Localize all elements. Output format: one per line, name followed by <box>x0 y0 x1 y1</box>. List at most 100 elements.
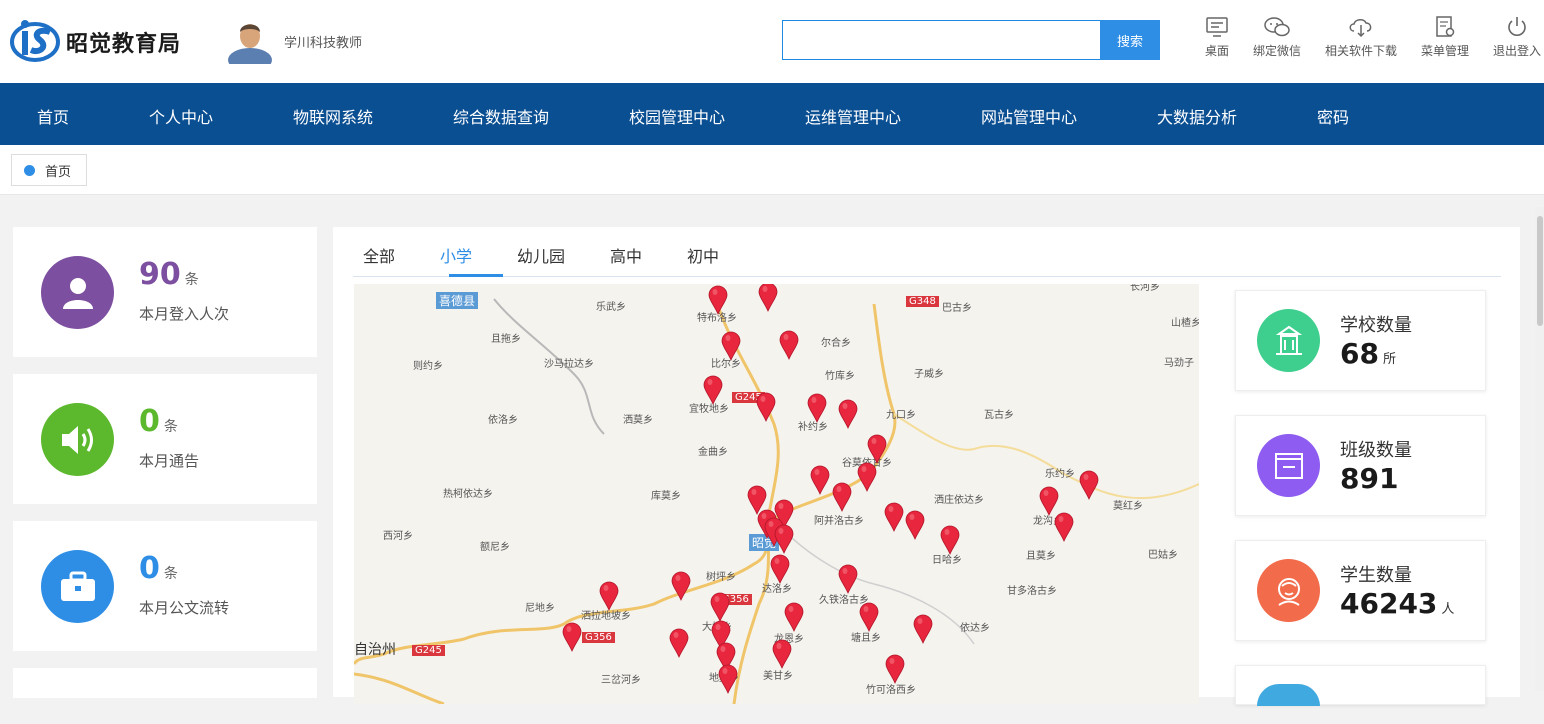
software-download-button[interactable]: 相关软件下载 <box>1322 16 1400 59</box>
brand-name: 昭觉教育局 <box>66 32 182 57</box>
menu-management-button[interactable]: 菜单管理 <box>1418 16 1472 59</box>
map-place-label: 马劲子 <box>1164 358 1194 369</box>
road-badge: G348 <box>906 296 939 307</box>
school-pin-icon[interactable] <box>867 434 887 464</box>
school-pin-icon[interactable] <box>807 393 827 423</box>
school-pin-icon[interactable] <box>562 622 582 652</box>
map-place-label: 金曲乡 <box>698 447 728 458</box>
tab-high-school[interactable]: 高中 <box>610 243 642 267</box>
search-button[interactable]: 搜索 <box>1100 20 1160 60</box>
nav-password[interactable]: 密码 <box>1317 104 1349 128</box>
school-pin-icon[interactable] <box>1079 470 1099 500</box>
school-pin-icon[interactable] <box>838 399 858 429</box>
nav-website-management[interactable]: 网站管理中心 <box>981 104 1077 128</box>
map-place-label: 甘多洛古乡 <box>1007 586 1057 597</box>
stat-logins-value: 90 <box>139 257 181 292</box>
tab-middle-school[interactable]: 初中 <box>687 243 719 267</box>
map-place-label: 树坪乡 <box>706 572 736 583</box>
breadcrumb-bar: 首页 <box>0 145 1544 195</box>
school-pin-icon[interactable] <box>913 614 933 644</box>
stat-notices-label: 本月通告 <box>139 452 200 470</box>
school-pin-icon[interactable] <box>885 654 905 684</box>
logout-label: 退出登入 <box>1492 44 1541 58</box>
map-place-label: 自治州 <box>354 642 396 658</box>
map-place-label: 依达乡 <box>960 623 990 634</box>
nav-big-data[interactable]: 大数据分析 <box>1157 104 1237 128</box>
kpi-class-title: 班级数量 <box>1340 440 1412 461</box>
kpi-school-value: 68 <box>1340 337 1379 370</box>
nav-campus-management[interactable]: 校园管理中心 <box>629 104 725 128</box>
school-pin-icon[interactable] <box>905 510 925 540</box>
cloud-download-icon <box>1349 19 1372 38</box>
stat-documents-value: 0 <box>139 551 160 586</box>
school-pin-icon[interactable] <box>940 525 960 555</box>
stat-unit: 条 <box>184 272 199 288</box>
map-place-label: 尼地乡 <box>525 603 555 614</box>
stat-card-partial <box>13 668 317 698</box>
nav-personal-center[interactable]: 个人中心 <box>149 104 213 128</box>
school-pin-icon[interactable] <box>703 375 723 405</box>
kpi-class-count: 班级数量 891 <box>1235 415 1486 516</box>
stat-notices-value: 0 <box>139 404 160 439</box>
tab-primary[interactable]: 小学 <box>440 243 472 267</box>
breadcrumb-dot-icon <box>24 164 35 176</box>
map-place-label: 则约乡 <box>413 361 443 372</box>
school-pin-icon[interactable] <box>779 330 799 360</box>
bind-wechat-button[interactable]: 绑定微信 <box>1251 16 1303 59</box>
avatar[interactable] <box>226 18 274 64</box>
map-place-label: 且莫乡 <box>1026 551 1056 562</box>
kpi-student-title: 学生数量 <box>1340 565 1412 586</box>
school-pin-icon[interactable] <box>758 284 778 312</box>
map-place-label: 三岔河乡 <box>601 675 641 686</box>
school-map[interactable]: 喜德县 且拖乡 乐武乡 特布洛乡 巴古乡 长河乡 尔合乡 山楂乡 则约乡 沙马拉达乡 比尔乡 竹库乡子… <box>354 284 1199 704</box>
nav-data-query[interactable]: 综合数据查询 <box>453 104 549 128</box>
school-pin-icon[interactable] <box>770 554 790 584</box>
nav-home[interactable]: 首页 <box>37 104 69 128</box>
map-place-label: 沙马拉达乡 <box>544 359 594 370</box>
map-place-label: 山楂乡 <box>1171 318 1199 329</box>
class-board-icon <box>1257 434 1320 497</box>
school-pin-icon[interactable] <box>772 639 792 669</box>
map-place-label: 洒莫乡 <box>623 415 653 426</box>
school-pin-icon[interactable] <box>838 564 858 594</box>
school-pin-icon[interactable] <box>708 285 728 315</box>
logout-button[interactable]: 退出登入 <box>1490 16 1544 59</box>
app-header: 昭觉教育局 学川科技教师 搜索 桌面 绑定微信 相关软件下载 菜单管理 退出登入 <box>0 0 1544 83</box>
breadcrumb[interactable]: 首页 <box>11 154 87 186</box>
nav-iot-system[interactable]: 物联网系统 <box>293 104 373 128</box>
desktop-button[interactable]: 桌面 <box>1199 16 1235 59</box>
school-pin-icon[interactable] <box>1054 512 1074 542</box>
school-pin-icon[interactable] <box>721 331 741 361</box>
stat-unit: 条 <box>163 566 178 582</box>
stat-logins-label: 本月登入人次 <box>139 305 230 323</box>
school-pin-icon[interactable] <box>710 592 730 622</box>
main-nav: 首页 个人中心 物联网系统 综合数据查询 校园管理中心 运维管理中心 网站管理中… <box>0 83 1544 145</box>
school-pin-icon[interactable] <box>599 581 619 611</box>
stat-documents-label: 本月公文流转 <box>139 599 230 617</box>
search-input[interactable] <box>782 20 1100 60</box>
scroll-thumb[interactable] <box>1537 216 1543 326</box>
tab-kindergarten[interactable]: 幼儿园 <box>517 243 565 267</box>
map-place-label: 库莫乡 <box>651 491 681 502</box>
nav-ops-management[interactable]: 运维管理中心 <box>805 104 901 128</box>
school-pin-icon[interactable] <box>857 462 877 492</box>
tab-all[interactable]: 全部 <box>363 243 395 267</box>
map-place-label: 长河乡 <box>1130 284 1160 293</box>
map-place-label: 竹库乡 <box>825 371 855 382</box>
school-pin-icon[interactable] <box>669 628 689 658</box>
menu-label: 菜单管理 <box>1420 44 1469 58</box>
school-pin-icon[interactable] <box>884 502 904 532</box>
school-pin-icon[interactable] <box>671 571 691 601</box>
school-pin-icon[interactable] <box>810 465 830 495</box>
school-pin-icon[interactable] <box>832 482 852 512</box>
school-pin-icon[interactable] <box>859 602 879 632</box>
stat-card-logins: 90 条 本月登入人次 <box>13 227 317 357</box>
kpi-class-value: 891 <box>1340 462 1399 495</box>
school-pin-icon[interactable] <box>774 524 794 554</box>
briefcase-icon <box>41 550 114 623</box>
school-pin-icon[interactable] <box>756 392 776 422</box>
logo-icon <box>10 20 60 62</box>
school-pin-icon[interactable] <box>718 664 738 694</box>
map-place-label: 乐武乡 <box>596 302 626 313</box>
school-pin-icon[interactable] <box>784 602 804 632</box>
